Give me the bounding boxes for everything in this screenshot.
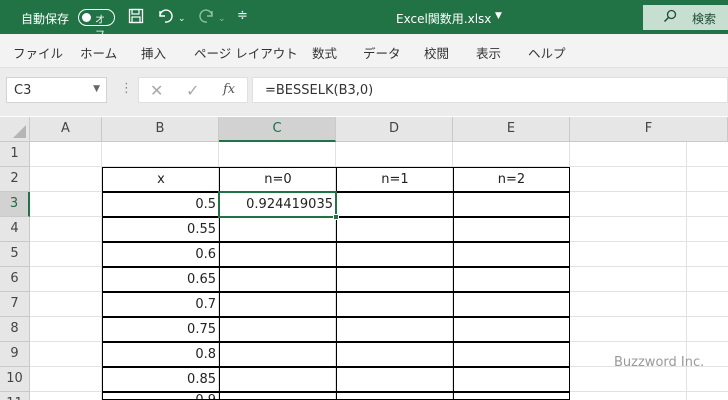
column-header-f[interactable]: F: [570, 117, 728, 142]
cell-b10[interactable]: 0.85: [102, 367, 220, 392]
cell-d10[interactable]: [336, 367, 454, 392]
ribbon-tabs: ファイル ホーム 挿入 ページ レイアウト 数式 データ 校閲 表示 ヘルプ: [0, 34, 728, 68]
tab-home[interactable]: ホーム: [80, 43, 117, 62]
tab-page-layout[interactable]: ページ レイアウト: [194, 43, 298, 62]
cell-e8[interactable]: [453, 317, 570, 342]
row-header-5[interactable]: 5: [0, 242, 30, 267]
cell-e4[interactable]: [453, 217, 570, 242]
cell-e6[interactable]: [453, 267, 570, 292]
row-header-6[interactable]: 6: [0, 267, 30, 292]
row-header-11[interactable]: 11: [0, 392, 30, 400]
redo-icon[interactable]: [197, 8, 215, 28]
row-header-1[interactable]: 1: [0, 142, 30, 167]
cell-c10[interactable]: [219, 367, 337, 392]
cell-b6[interactable]: 0.65: [102, 267, 220, 292]
formula-buttons: ✕ ✓ fx: [138, 77, 248, 103]
cell-d11[interactable]: [336, 392, 454, 400]
name-box-value: C3: [14, 83, 32, 98]
cell-c6[interactable]: [219, 267, 337, 292]
autosave-label: 自動保存: [21, 12, 70, 26]
cell-b3[interactable]: 0.5: [102, 192, 220, 217]
check-icon[interactable]: ✓: [186, 81, 199, 100]
cell-c9[interactable]: [219, 342, 337, 367]
cell-c4[interactable]: [219, 217, 337, 242]
more-icon: ⋮: [120, 81, 133, 96]
tab-data[interactable]: データ: [363, 43, 401, 62]
search-icon: [663, 9, 677, 23]
save-icon[interactable]: [128, 8, 144, 28]
insert-function-icon[interactable]: fx: [223, 82, 235, 97]
cell-e2[interactable]: n=2: [453, 167, 570, 192]
column-header-a[interactable]: A: [30, 117, 102, 142]
row-header-9[interactable]: 9: [0, 342, 30, 367]
cell-d4[interactable]: [336, 217, 454, 242]
cell-e3[interactable]: [453, 192, 570, 217]
column-header-e[interactable]: E: [453, 117, 570, 142]
cell-d9[interactable]: [336, 342, 454, 367]
cell-e7[interactable]: [453, 292, 570, 317]
cell-c2[interactable]: n=0: [219, 167, 337, 192]
cell-b2[interactable]: x: [102, 167, 220, 192]
customize-qat-icon[interactable]: ≑: [237, 7, 248, 25]
tab-formulas[interactable]: 数式: [312, 43, 337, 62]
column-header-b[interactable]: B: [102, 117, 219, 142]
cell-d3[interactable]: [336, 192, 454, 217]
cell-d2[interactable]: n=1: [336, 167, 454, 192]
row-header-8[interactable]: 8: [0, 317, 30, 342]
file-name: Excel関数用.xlsx: [396, 12, 492, 26]
undo-dropdown-icon[interactable]: ⌄: [178, 10, 186, 28]
cell-b11[interactable]: 0.9: [102, 392, 220, 400]
row-header-2[interactable]: 2: [0, 167, 30, 192]
row-header-10[interactable]: 10: [0, 367, 30, 392]
cell-d5[interactable]: [336, 242, 454, 267]
cell-b8[interactable]: 0.75: [102, 317, 220, 342]
chevron-down-icon[interactable]: ▼: [495, 11, 502, 21]
column-header-c[interactable]: C: [219, 117, 336, 142]
cell-c8[interactable]: [219, 317, 337, 342]
tab-insert[interactable]: 挿入: [141, 43, 166, 62]
active-cell-border: [218, 191, 337, 218]
formula-input[interactable]: =BESSELK(B3,0): [252, 77, 728, 103]
tab-view[interactable]: 表示: [476, 43, 501, 62]
cell-e11[interactable]: [453, 392, 570, 400]
cell-e10[interactable]: [453, 367, 570, 392]
cell-b5[interactable]: 0.6: [102, 242, 220, 267]
formula-bar: C3 ▼ ⋮ ✕ ✓ fx =BESSELK(B3,0): [0, 68, 728, 116]
undo-icon[interactable]: [157, 8, 175, 28]
select-all-icon: [13, 125, 26, 138]
search-label: 検索: [692, 12, 717, 26]
title-bar: 自動保存 オフ ⌄ ⌄ ≑ Excel関数用.xlsx ▼ 検索: [0, 0, 728, 41]
cancel-icon[interactable]: ✕: [150, 81, 163, 100]
cell-b7[interactable]: 0.7: [102, 292, 220, 317]
chevron-down-icon[interactable]: ▼: [93, 84, 100, 94]
cell-b9[interactable]: 0.8: [102, 342, 220, 367]
cell-e9[interactable]: [453, 342, 570, 367]
cell-c11[interactable]: [219, 392, 337, 400]
name-box[interactable]: C3 ▼: [6, 77, 107, 103]
fill-handle[interactable]: [333, 214, 339, 220]
redo-dropdown-icon[interactable]: ⌄: [218, 10, 226, 28]
watermark: Buzzword Inc.: [614, 355, 705, 370]
tab-review[interactable]: 校閲: [424, 43, 449, 62]
toggle-knob: [82, 13, 91, 22]
cell-b4[interactable]: 0.55: [102, 217, 220, 242]
formula-text: =BESSELK(B3,0): [265, 83, 374, 98]
select-all-button[interactable]: [0, 117, 30, 142]
cell-c7[interactable]: [219, 292, 337, 317]
search-box[interactable]: 検索: [643, 5, 728, 30]
autosave-toggle[interactable]: オフ: [78, 9, 115, 41]
cell-d8[interactable]: [336, 317, 454, 342]
cell-d6[interactable]: [336, 267, 454, 292]
cell-e5[interactable]: [453, 242, 570, 267]
row-header-7[interactable]: 7: [0, 292, 30, 317]
cell-d7[interactable]: [336, 292, 454, 317]
tab-help[interactable]: ヘルプ: [528, 43, 566, 62]
tab-file[interactable]: ファイル: [13, 43, 63, 62]
row-header-3[interactable]: 3: [0, 192, 30, 217]
row-header-4[interactable]: 4: [0, 217, 30, 242]
cell-c5[interactable]: [219, 242, 337, 267]
column-header-d[interactable]: D: [336, 117, 453, 142]
